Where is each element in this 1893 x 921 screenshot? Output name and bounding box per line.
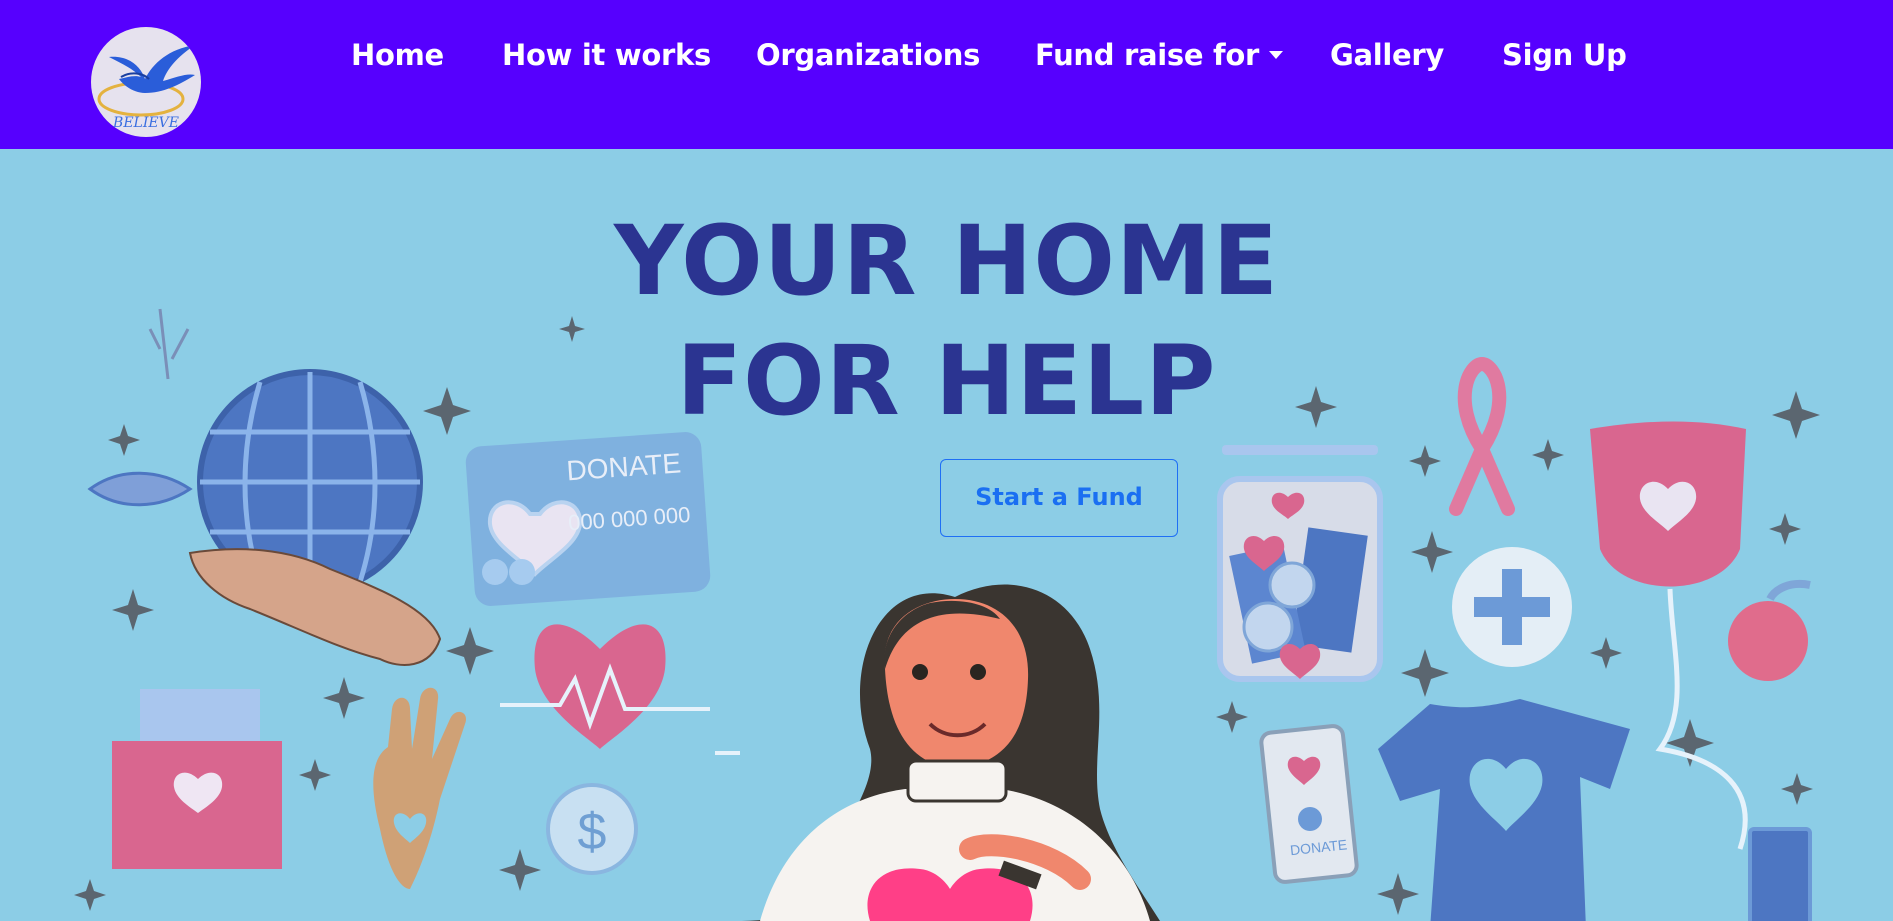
hero-title: YOUR HOME FOR HELP xyxy=(0,201,1893,441)
nav-menu: Home How it works Organizations Fund rai… xyxy=(0,34,1893,76)
dollar-coin-icon: $ xyxy=(546,783,638,875)
tshirt-icon xyxy=(1378,699,1630,921)
nav-fund-raise-for-label: Fund raise for xyxy=(1035,38,1259,72)
open-palm-icon xyxy=(373,687,467,889)
phone-donate-icon: DONATE xyxy=(1259,724,1359,884)
nav-sign-up[interactable]: Sign Up xyxy=(1502,34,1627,76)
donation-jar-icon xyxy=(1217,445,1383,682)
banknote-icon xyxy=(1748,827,1812,921)
nav-organizations[interactable]: Organizations xyxy=(756,34,980,76)
heartbeat-heart-icon xyxy=(500,624,710,749)
apple-icon xyxy=(1728,580,1811,681)
svg-text:$: $ xyxy=(578,803,607,861)
chevron-down-icon xyxy=(1269,51,1283,59)
hand-icon xyxy=(188,548,442,666)
hero-title-line-1: YOUR HOME xyxy=(613,205,1280,317)
hero-title-line-2: FOR HELP xyxy=(676,325,1217,437)
hero-section: DONATE 000 000 000 $ DONATE YOUR HOME FO… xyxy=(0,149,1893,921)
logo-text: BELIEVE xyxy=(112,115,179,131)
nav-home[interactable]: Home xyxy=(351,34,444,76)
top-navbar: BELIEVE Home How it works Organizations … xyxy=(0,0,1893,149)
donate-card-icon: DONATE 000 000 000 xyxy=(465,432,711,606)
medical-cross-icon xyxy=(1452,547,1572,667)
nav-fund-raise-for-dropdown[interactable]: Fund raise for xyxy=(1035,34,1283,76)
donation-box-icon xyxy=(112,689,282,869)
nav-gallery[interactable]: Gallery xyxy=(1330,34,1444,76)
nav-how-it-works[interactable]: How it works xyxy=(502,34,711,76)
blood-bag-icon xyxy=(1590,421,1748,850)
start-fund-button[interactable]: Start a Fund xyxy=(940,459,1178,537)
